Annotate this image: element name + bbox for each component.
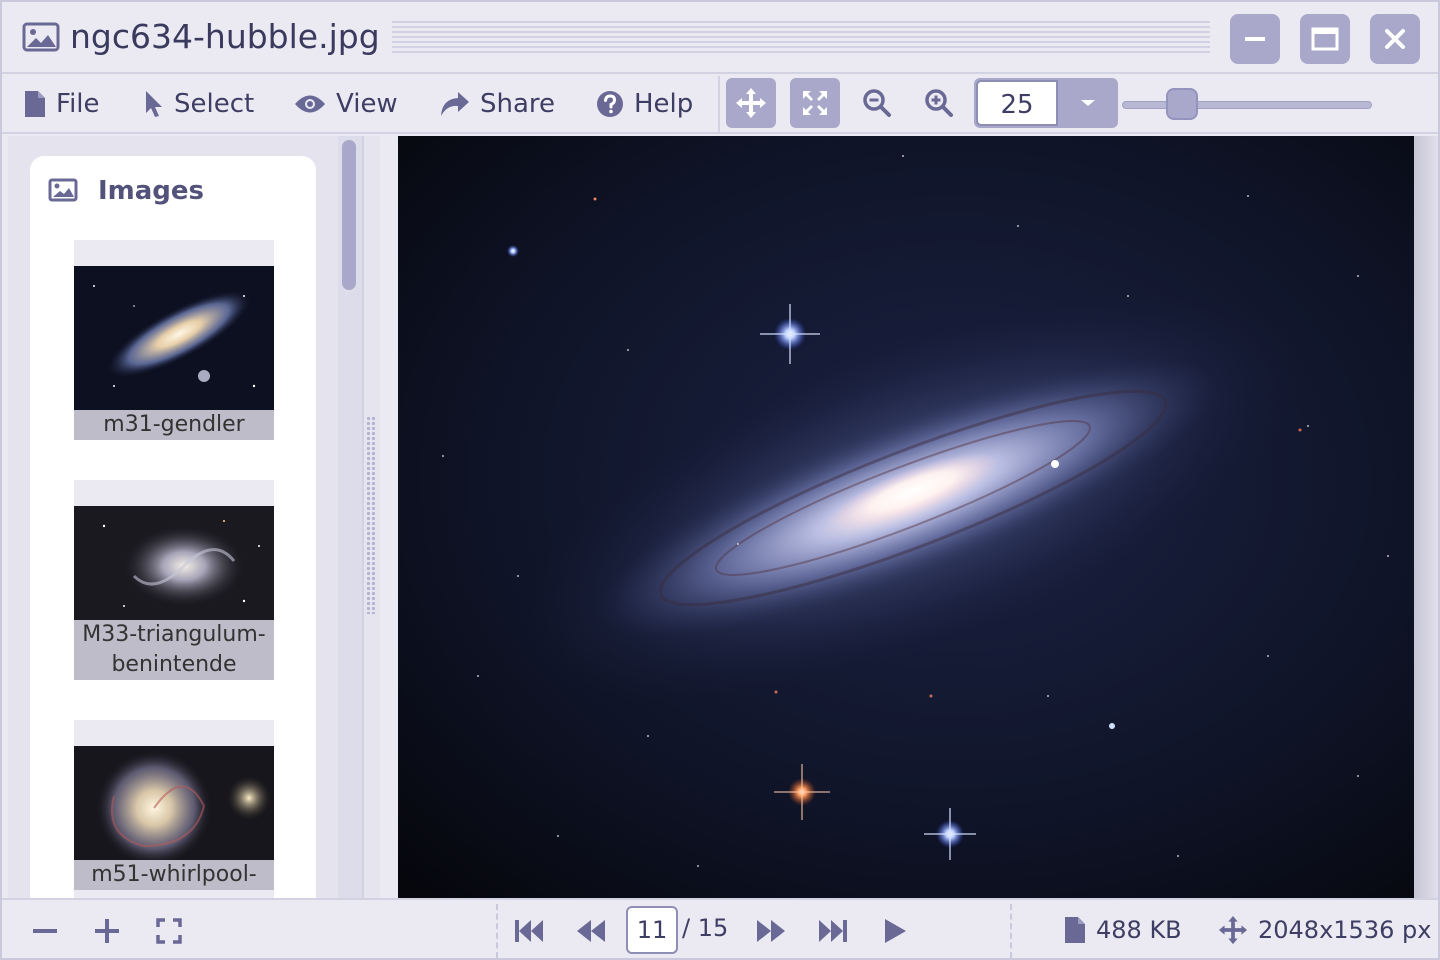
zoom-out-icon (863, 89, 891, 117)
sidebar-scrollbar[interactable] (338, 136, 362, 898)
images-panel: Images m31-gendler M33-triangulum-benint… (30, 156, 316, 898)
image-canvas[interactable] (398, 136, 1414, 898)
close-icon (1385, 29, 1405, 49)
thumbnail-item[interactable]: m31-gendler (74, 240, 274, 440)
zoom-in-icon (925, 89, 953, 117)
move-icon (1218, 915, 1248, 945)
zoom-slider-track[interactable] (1122, 101, 1372, 109)
menu-help-label: Help (634, 89, 694, 119)
image-icon (22, 22, 60, 56)
menu-help[interactable]: Help (596, 74, 693, 134)
panel-title: Images (98, 176, 205, 206)
menu-share[interactable]: Share (440, 74, 555, 134)
move-icon (736, 88, 766, 118)
fullscreen-icon (156, 918, 182, 944)
help-icon (597, 91, 623, 117)
zoom-slider-thumb[interactable] (1166, 88, 1198, 120)
plus-icon (95, 919, 119, 943)
zoom-dropdown-button[interactable] (1060, 80, 1116, 126)
expand-icon (803, 91, 827, 115)
minimize-button[interactable] (1230, 14, 1280, 64)
menu-select-label: Select (174, 89, 255, 119)
thumbnail-label: m51-whirlpool- (74, 860, 274, 890)
slideshow-play-button[interactable] (870, 906, 920, 956)
first-image-button[interactable] (504, 906, 554, 956)
last-image-button[interactable] (808, 906, 858, 956)
chevron-down-icon (1081, 100, 1095, 106)
galaxy-image (398, 136, 1414, 898)
zoom-input[interactable]: 25 (976, 80, 1058, 126)
thumbnail-label: m31-gendler (74, 410, 274, 440)
image-viewer-window: ngc634-hubble.jpg File Select View Share (0, 0, 1440, 960)
toolbar-separator (718, 76, 720, 132)
menu-view-label: View (336, 89, 398, 119)
skip-first-icon (515, 920, 543, 942)
zoom-out-button[interactable] (852, 78, 902, 128)
share-icon (441, 92, 469, 116)
file-icon (1065, 917, 1085, 943)
next-image-button[interactable] (746, 906, 796, 956)
thumbnail-label: M33-triangulum-benintende (74, 620, 274, 680)
sidebar-splitter[interactable] (362, 136, 380, 898)
statusbar-separator (496, 904, 498, 958)
thumbnail-item[interactable]: m51-whirlpool- (74, 720, 274, 898)
close-button[interactable] (1370, 14, 1420, 64)
menu-select[interactable]: Select (144, 74, 254, 134)
thumbnail-sidebar: Images m31-gendler M33-triangulum-benint… (8, 136, 362, 898)
file-size-status: 488 KB (1064, 900, 1182, 958)
menu-file-label: File (56, 89, 100, 119)
splitter-grip (366, 416, 376, 614)
skip-last-icon (819, 920, 847, 942)
thumbnail-image (74, 506, 274, 620)
fullscreen-button[interactable] (144, 906, 194, 956)
fast-forward-icon (757, 920, 785, 942)
image-icon (48, 178, 78, 206)
thumbnail-image (74, 746, 274, 860)
dimensions-value: 2048x1536 px (1258, 916, 1432, 944)
zoom-decrease-button[interactable] (20, 906, 70, 956)
cursor-icon (146, 91, 162, 117)
statusbar-separator (1010, 904, 1012, 958)
menu-share-label: Share (480, 89, 556, 119)
minimize-icon (1245, 37, 1265, 41)
rewind-icon (577, 920, 605, 942)
toolbar: File Select View Share Help 25 (2, 74, 1438, 134)
maximize-icon (1311, 27, 1339, 51)
window-title: ngc634-hubble.jpg (70, 17, 380, 56)
thumbnail-item[interactable]: M33-triangulum-benintende (74, 480, 274, 680)
play-icon (885, 919, 906, 943)
file-icon (25, 91, 45, 117)
title-bar: ngc634-hubble.jpg (2, 2, 1438, 74)
fit-to-window-button[interactable] (790, 78, 840, 128)
title-drag-handle[interactable] (392, 21, 1210, 55)
dimensions-status: 2048x1536 px (1218, 900, 1432, 958)
previous-image-button[interactable] (566, 906, 616, 956)
eye-icon (295, 95, 325, 113)
minus-icon (33, 929, 57, 933)
sidebar-scrollbar-thumb[interactable] (342, 140, 356, 290)
menu-view[interactable]: View (294, 74, 398, 134)
page-total: / 15 (682, 914, 729, 942)
status-bar: 11 / 15 488 KB 2048x1536 px (2, 898, 1438, 958)
menu-file[interactable]: File (24, 74, 100, 134)
zoom-in-button[interactable] (914, 78, 964, 128)
thumbnail-image (74, 266, 274, 410)
viewer-scrollbar[interactable] (1414, 136, 1438, 898)
page-number-input[interactable]: 11 (626, 906, 678, 954)
pan-tool-button[interactable] (726, 78, 776, 128)
file-size-value: 488 KB (1096, 916, 1182, 944)
zoom-increase-button[interactable] (82, 906, 132, 956)
zoom-combobox[interactable]: 25 (974, 78, 1118, 128)
maximize-button[interactable] (1300, 14, 1350, 64)
